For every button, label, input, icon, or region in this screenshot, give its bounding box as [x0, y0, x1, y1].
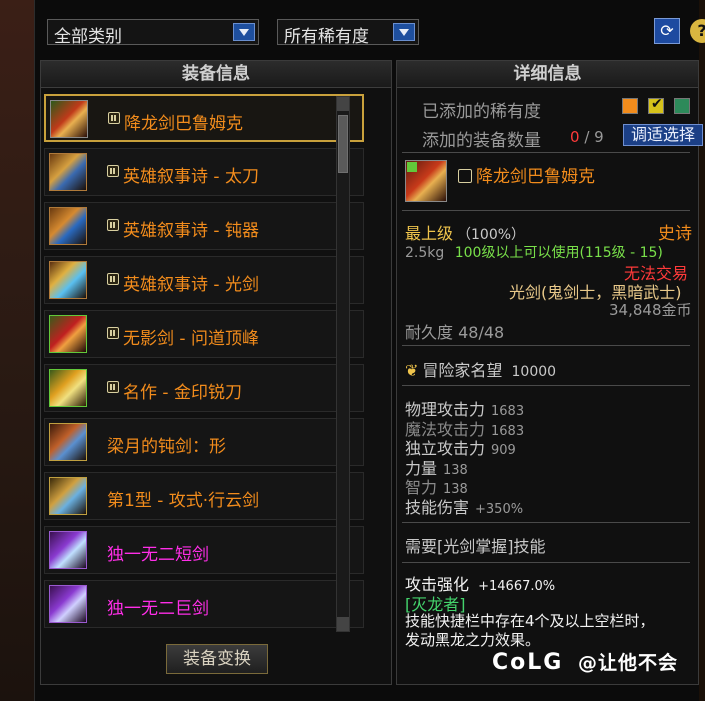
convert-equipment-button[interactable]: 装备变换: [166, 644, 268, 674]
list-scrollbar[interactable]: [336, 96, 350, 632]
check-icon: ✔: [651, 96, 663, 112]
item-weight: 2.5kg: [405, 245, 445, 261]
reputation-value: 10000: [511, 364, 557, 380]
blunt-sword-icon: [49, 423, 87, 461]
rarity-checkbox-rare[interactable]: [674, 98, 690, 114]
lightsaber-icon: [49, 261, 87, 299]
lock-icon: [458, 169, 472, 183]
effect-description-line-1: 技能快捷栏中存在4个及以上空栏时，: [405, 612, 655, 630]
count-current: 0: [570, 128, 580, 146]
count-max: 9: [594, 128, 604, 146]
equipment-name: 英雄叙事诗 - 钝器: [123, 221, 259, 241]
equipment-name: 无影剑 - 问道顶峰: [123, 329, 259, 349]
reputation-icon: ❦: [405, 361, 419, 380]
item-grade: 最上级 （100%）: [405, 220, 525, 244]
adjust-selection-button[interactable]: 调适选择: [623, 124, 703, 146]
great-sword-icon: [49, 585, 87, 623]
equipment-list-item[interactable]: 名作 - 金印锐刀: [44, 364, 364, 412]
short-sword-icon: [49, 531, 87, 569]
refresh-icon: ⟳: [660, 21, 674, 40]
refresh-button[interactable]: ⟳: [654, 18, 680, 44]
chevron-down-icon[interactable]: [233, 23, 255, 41]
dragon-sword-icon: [405, 160, 447, 202]
gold-blade-icon: [49, 369, 87, 407]
detail-panel-title: 详细信息: [397, 61, 698, 88]
lock-icon: [108, 112, 120, 124]
rarity-checkbox-epic[interactable]: [622, 98, 638, 114]
equipment-name: 英雄叙事诗 - 太刀: [123, 167, 259, 187]
equipment-name: 名作 - 金印锐刀: [123, 383, 242, 403]
help-icon: ?: [697, 21, 705, 40]
detail-item-name-text: 降龙剑巴鲁姆克: [476, 167, 595, 187]
detail-item-name: 降龙剑巴鲁姆克: [458, 162, 595, 187]
equipment-list-item[interactable]: 英雄叙事诗 - 太刀: [44, 148, 364, 196]
adventurer-reputation: ❦ 冒险家名望 10000: [405, 357, 556, 381]
equipment-list-item[interactable]: 独一无二巨剑: [44, 580, 364, 628]
item-price: 34,848金币: [609, 301, 692, 319]
lock-icon: [107, 273, 119, 285]
divider: [402, 210, 690, 211]
equipment-list-item[interactable]: 独一无二短剑: [44, 526, 364, 574]
item-grade-percent: （100%）: [457, 227, 526, 243]
scroll-up-arrow[interactable]: [337, 97, 349, 111]
rarity-select-value: 所有稀有度: [284, 27, 369, 47]
equipment-list-item[interactable]: 英雄叙事诗 - 钝器: [44, 202, 364, 250]
item-durability: 耐久度 48/48: [405, 323, 505, 342]
equipment-count-label: 添加的装备数量: [422, 131, 541, 151]
rarity-checkbox-legendary[interactable]: ✔: [648, 96, 664, 114]
equipment-name: 降龙剑巴鲁姆克: [124, 114, 243, 134]
category-select[interactable]: 全部类别: [47, 19, 259, 47]
equipment-name: 英雄叙事诗 - 光剑: [123, 275, 259, 295]
katana-icon: [49, 153, 87, 191]
lock-icon: [107, 381, 119, 393]
stat-label: 技能伤害: [405, 497, 470, 517]
divider: [402, 152, 690, 153]
background-scene: [0, 0, 34, 701]
scroll-thumb[interactable]: [338, 115, 348, 173]
equipment-list-item[interactable]: 英雄叙事诗 - 光剑: [44, 256, 364, 304]
equipment-list-item[interactable]: 无影剑 - 问道顶峰: [44, 310, 364, 358]
item-requirements: 2.5kg 100级以上可以使用(115级 - 15): [405, 242, 663, 262]
stat-value: 909: [491, 443, 516, 458]
divider: [402, 522, 690, 523]
divider: [402, 562, 690, 563]
count-separator: /: [584, 128, 590, 146]
stat-row: 技能伤害 +350%: [405, 494, 523, 518]
shadow-sword-icon: [49, 315, 87, 353]
item-grade-label: 最上级: [405, 224, 454, 243]
chevron-down-icon[interactable]: [393, 23, 415, 41]
equipment-count: 0 / 9: [570, 128, 604, 146]
item-rarity: 史诗: [658, 224, 692, 244]
equipment-list-item[interactable]: 降龙剑巴鲁姆克: [44, 94, 364, 142]
cloud-sword-icon: [49, 477, 87, 515]
equipment-list-item[interactable]: 第1型 - 攻式·行云剑: [44, 472, 364, 520]
dragon-sword-icon: [50, 100, 88, 138]
watermark-brand: CoLG: [492, 650, 564, 675]
rarity-added-label: 已添加的稀有度: [422, 102, 541, 122]
stat-value: +350%: [475, 501, 524, 517]
attack-enhancement-value: +14667.0%: [478, 579, 556, 594]
blunt-weapon-icon: [49, 207, 87, 245]
rarity-select[interactable]: 所有稀有度: [277, 19, 419, 47]
equipment-name: 第1型 - 攻式·行云剑: [107, 491, 260, 511]
background-edge: [699, 0, 705, 701]
divider: [402, 345, 690, 346]
reputation-label: 冒险家名望: [422, 361, 503, 380]
item-level-requirement: 100级以上可以使用(115级 - 15): [454, 245, 663, 261]
lock-icon: [107, 219, 119, 231]
equipment-name: 独一无二巨剑: [107, 599, 209, 619]
equipment-name: 梁月的钝剑：形: [107, 437, 226, 457]
divider: [402, 385, 690, 386]
equipment-name: 独一无二短剑: [107, 545, 209, 565]
scroll-down-arrow[interactable]: [337, 617, 349, 631]
watermark-author: @让他不会: [578, 652, 679, 674]
lock-icon: [107, 165, 119, 177]
effect-description-line-2: 发动黑龙之力效果。: [405, 631, 541, 649]
category-select-value: 全部类别: [54, 27, 122, 47]
watermark: CoLG @让他不会: [492, 648, 678, 675]
equipment-panel-title: 装备信息: [41, 61, 391, 88]
equipment-list-item[interactable]: 梁月的钝剑：形: [44, 418, 364, 466]
lock-icon: [107, 327, 119, 339]
skill-requirement: 需要[光剑掌握]技能: [405, 537, 546, 556]
